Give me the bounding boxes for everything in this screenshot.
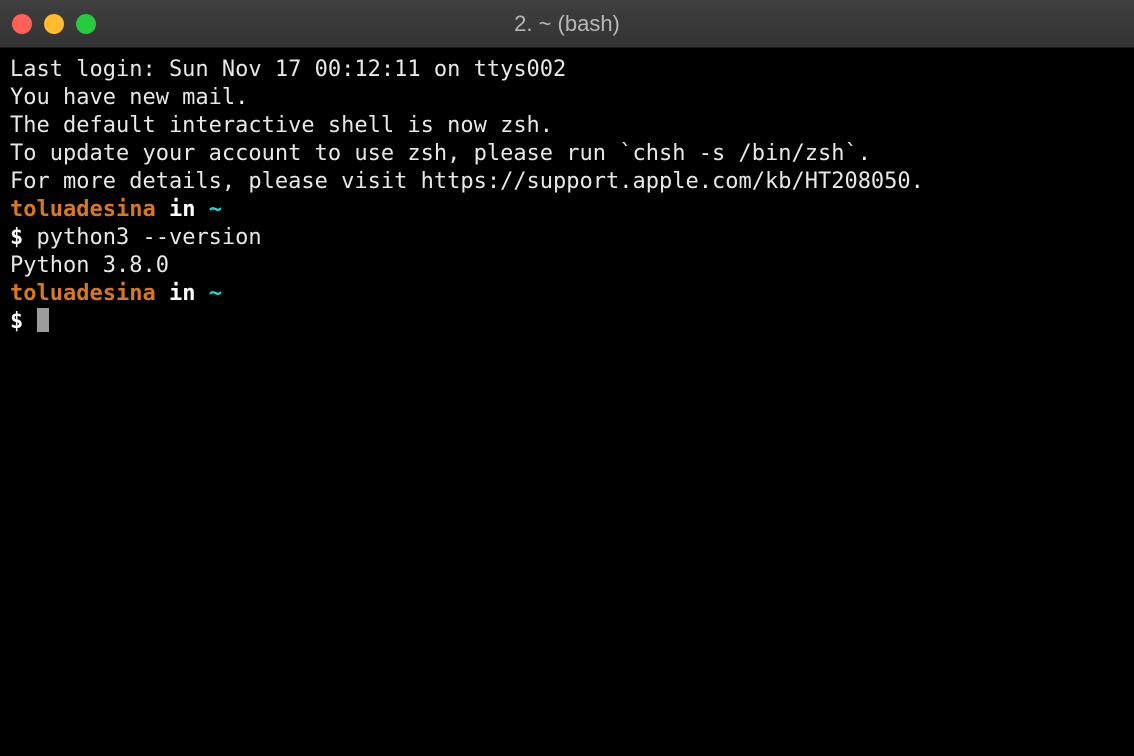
prompt-line: toluadesina in ~ [10, 280, 1124, 308]
command-line: $ python3 --version [10, 224, 1124, 252]
terminal-output-line: Python 3.8.0 [10, 252, 1124, 280]
terminal-output-line: For more details, please visit https://s… [10, 168, 1124, 196]
prompt-user: toluadesina [10, 281, 156, 306]
prompt-user: toluadesina [10, 197, 156, 222]
command-text: python3 --version [37, 225, 262, 250]
command-line[interactable]: $ [10, 308, 1124, 336]
close-icon[interactable] [12, 14, 32, 34]
prompt-in: in [156, 197, 209, 222]
prompt-line: toluadesina in ~ [10, 196, 1124, 224]
terminal-output-line: You have new mail. [10, 84, 1124, 112]
titlebar[interactable]: 2. ~ (bash) [0, 0, 1134, 48]
prompt-symbol: $ [10, 309, 37, 334]
prompt-path: ~ [209, 281, 222, 306]
minimize-icon[interactable] [44, 14, 64, 34]
prompt-symbol: $ [10, 225, 37, 250]
terminal-output-line: To update your account to use zsh, pleas… [10, 140, 1124, 168]
maximize-icon[interactable] [76, 14, 96, 34]
prompt-in: in [156, 281, 209, 306]
terminal-window: 2. ~ (bash) Last login: Sun Nov 17 00:12… [0, 0, 1134, 756]
terminal-output-line: The default interactive shell is now zsh… [10, 112, 1124, 140]
terminal-body[interactable]: Last login: Sun Nov 17 00:12:11 on ttys0… [0, 48, 1134, 756]
prompt-path: ~ [209, 197, 222, 222]
window-title: 2. ~ (bash) [0, 11, 1134, 37]
terminal-output-line: Last login: Sun Nov 17 00:12:11 on ttys0… [10, 56, 1124, 84]
cursor-icon [37, 308, 49, 332]
traffic-lights [12, 14, 96, 34]
